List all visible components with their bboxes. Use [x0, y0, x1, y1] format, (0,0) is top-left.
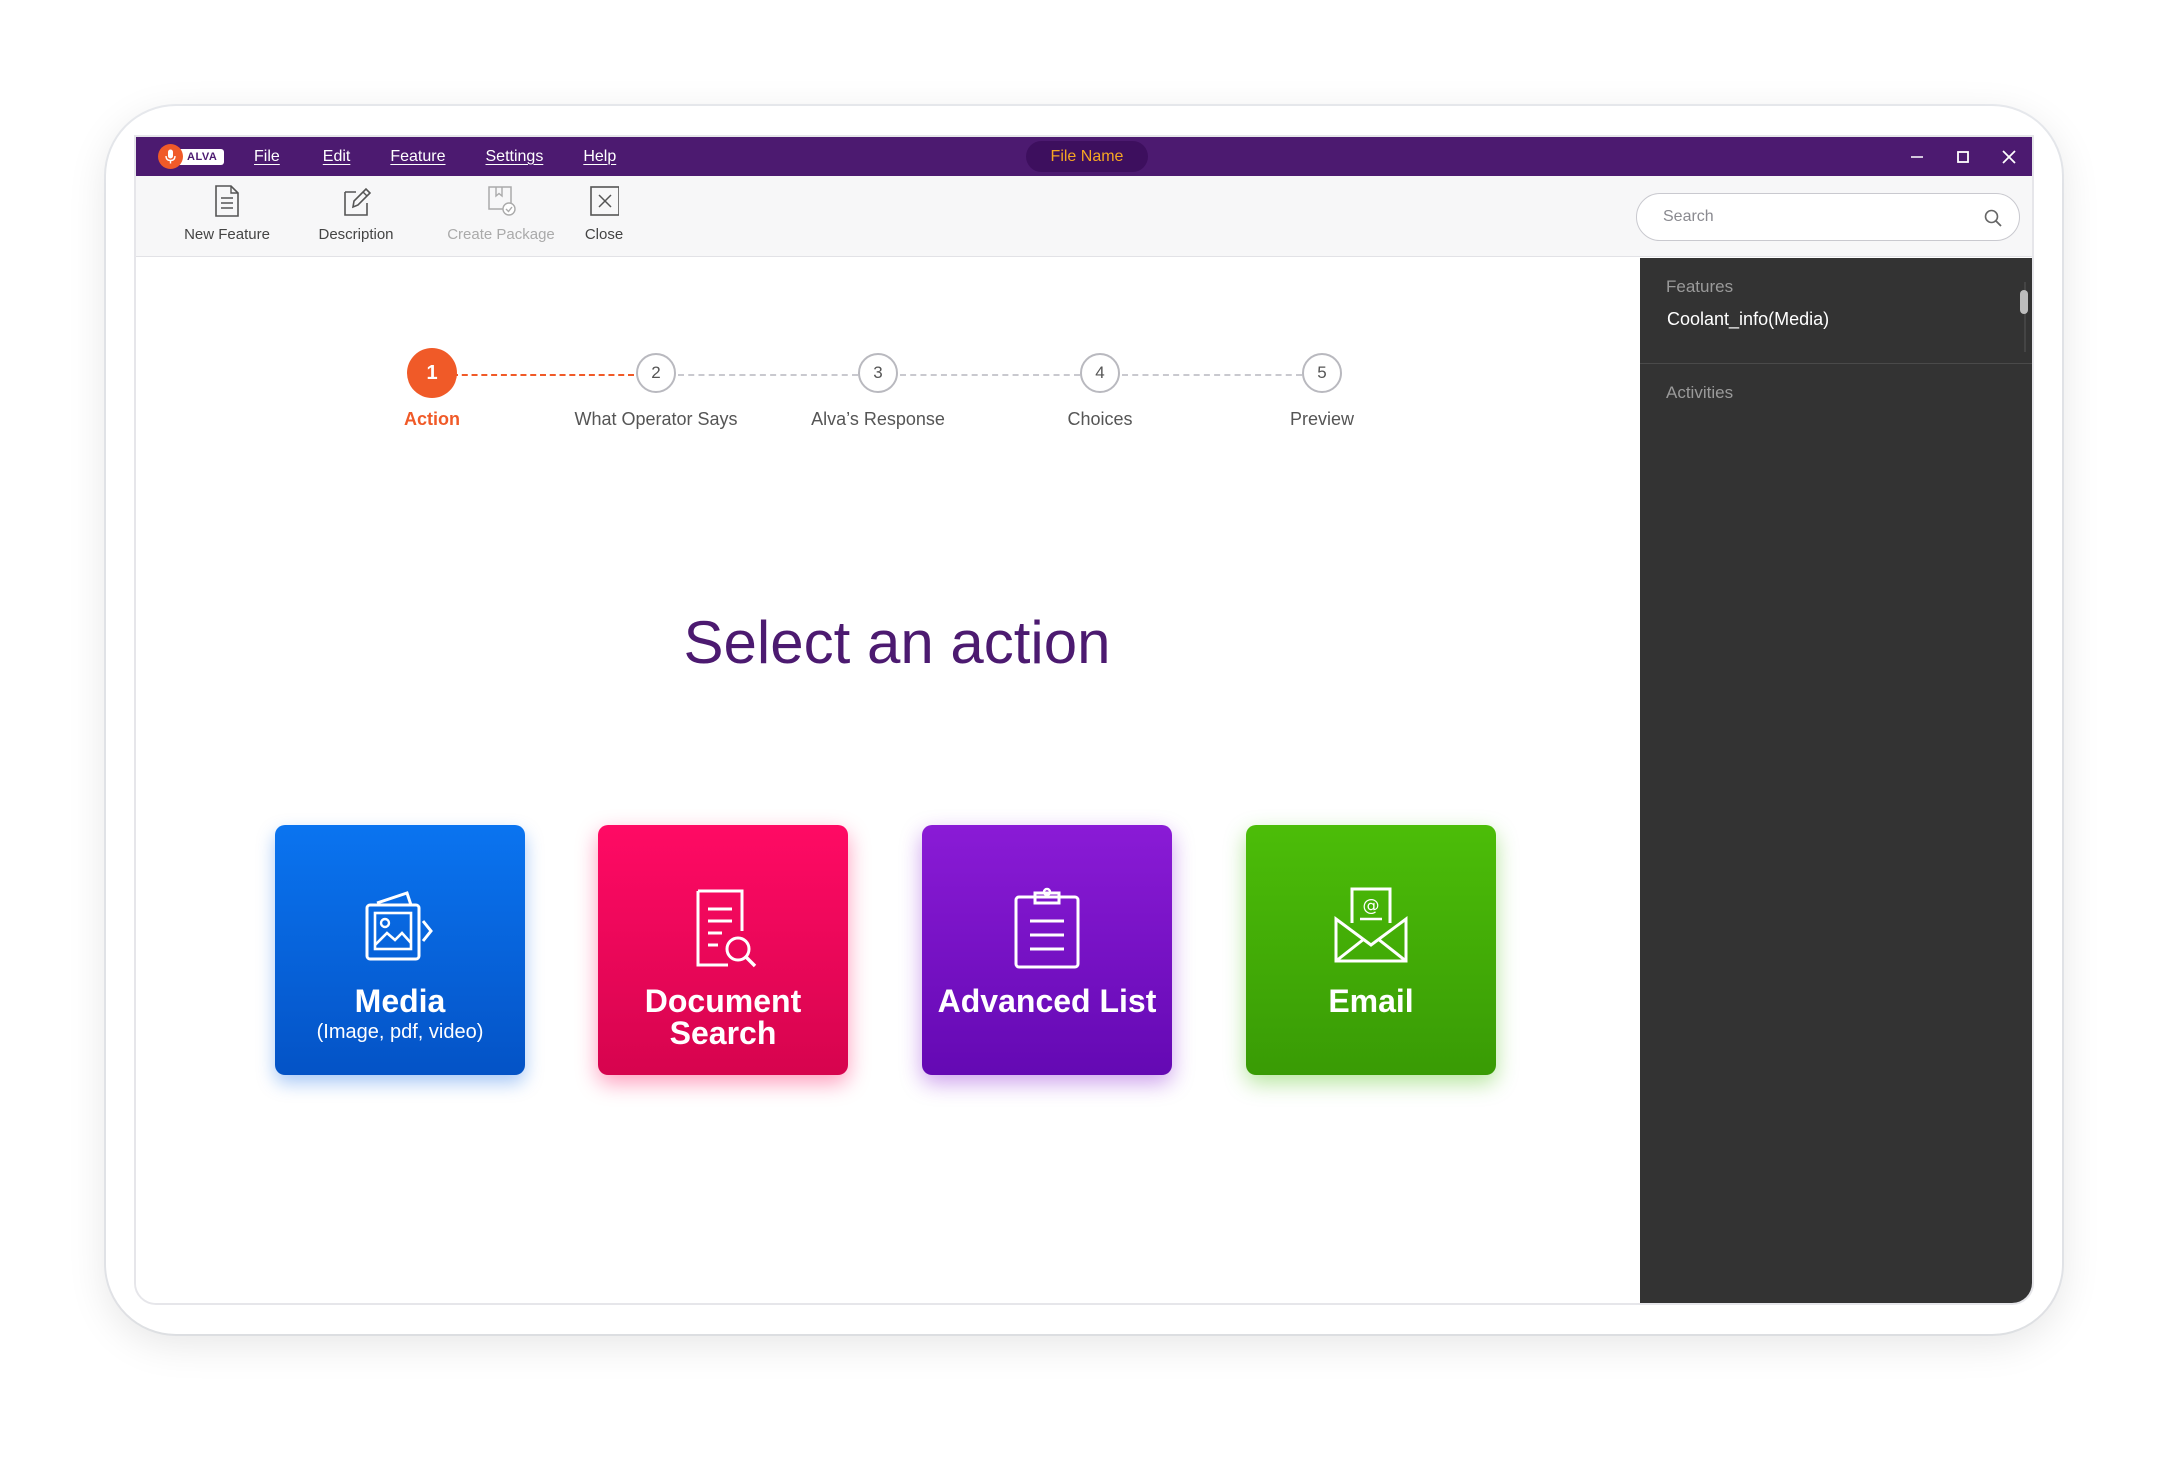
step-action[interactable]: 1 Action [332, 348, 532, 430]
menu-help[interactable]: Help [583, 148, 616, 166]
email-icon: @ [1334, 887, 1408, 963]
stepper: 1 Action 2 What Operator Says 3 Alva’s R… [136, 258, 1640, 458]
title-bar: ALVA File Edit Feature Settings Help Fil… [136, 137, 2032, 176]
search-box [1636, 193, 2020, 241]
toolbar: New Feature Description Create Package C… [136, 176, 2032, 257]
step-preview[interactable]: 5 Preview [1222, 353, 1422, 430]
page-title: Select an action [136, 608, 1640, 677]
media-icon [365, 891, 433, 961]
file-name-badge: File Name [1026, 141, 1148, 172]
window-controls [1894, 137, 2032, 176]
document-search-title-line2: Search [669, 1015, 777, 1051]
step-number: 4 [1080, 353, 1120, 393]
step-label: Alva’s Response [811, 409, 945, 429]
step-alvas-response[interactable]: 3 Alva’s Response [778, 353, 978, 430]
email-action-card[interactable]: @ Email [1246, 825, 1496, 1075]
document-search-card-title: Document Search [645, 985, 801, 1049]
brand-label: ALVA [177, 148, 225, 165]
scrollbar-thumb[interactable] [2020, 290, 2028, 314]
menu-edit[interactable]: Edit [323, 148, 351, 166]
document-search-title-line1: Document [644, 983, 802, 1019]
description-label: Description [318, 226, 394, 243]
media-card-title: Media [354, 983, 446, 1019]
new-document-icon [215, 185, 239, 217]
new-feature-label: New Feature [184, 226, 270, 243]
features-heading: Features [1666, 277, 1734, 296]
create-package-label: Create Package [447, 226, 555, 243]
step-what-operator-says[interactable]: 2 What Operator Says [556, 353, 756, 430]
window-close-button[interactable] [1986, 137, 2032, 176]
menu-feature[interactable]: Feature [390, 148, 445, 166]
svg-text:@: @ [1363, 896, 1380, 916]
microphone-icon [158, 144, 183, 169]
advanced-list-action-card[interactable]: Advanced List [922, 825, 1172, 1075]
description-button[interactable]: Description [301, 184, 411, 243]
app-window: ALVA File Edit Feature Settings Help Fil… [134, 135, 2034, 1305]
advanced-list-card-title: Advanced List [937, 983, 1157, 1019]
menu-settings[interactable]: Settings [486, 148, 544, 166]
step-label: Action [404, 409, 460, 429]
menu-file[interactable]: File [254, 148, 280, 166]
minimize-button[interactable] [1894, 137, 1940, 176]
media-card-subtitle: (Image, pdf, video) [316, 1021, 484, 1043]
main-content: 1 Action 2 What Operator Says 3 Alva’s R… [136, 258, 1640, 1303]
edit-icon [344, 187, 371, 216]
close-icon [2002, 149, 2016, 164]
step-label: Preview [1289, 409, 1355, 429]
close-box-icon [590, 186, 619, 216]
maximize-icon [1957, 150, 1969, 163]
step-choices[interactable]: 4 Choices [1000, 353, 1200, 430]
step-label: What Operator Says [574, 409, 738, 429]
new-feature-button[interactable]: New Feature [172, 184, 282, 243]
document-search-action-card[interactable]: Document Search [598, 825, 848, 1075]
sidebar: Features Coolant_info(Media) Activities [1640, 258, 2032, 1303]
document-search-icon [696, 889, 757, 968]
step-label: Choices [1067, 409, 1133, 429]
maximize-button[interactable] [1940, 137, 1986, 176]
create-package-button[interactable]: Create Package [431, 184, 571, 243]
close-label: Close [584, 226, 624, 243]
clipboard-list-icon [1014, 887, 1080, 969]
close-feature-button[interactable]: Close [569, 184, 639, 243]
search-icon[interactable] [1983, 208, 2003, 228]
minimize-icon [1911, 155, 1923, 158]
step-number: 1 [407, 348, 457, 398]
step-number: 5 [1302, 353, 1342, 393]
package-icon [488, 186, 516, 216]
step-number: 2 [636, 353, 676, 393]
step-number: 3 [858, 353, 898, 393]
menu-bar: File Edit Feature Settings Help [254, 137, 656, 176]
features-panel: Features Coolant_info(Media) [1640, 258, 2032, 364]
email-card-title: Email [1328, 983, 1414, 1019]
activities-heading: Activities [1666, 383, 1734, 402]
feature-item-coolant-info[interactable]: Coolant_info(Media) [1667, 309, 1829, 330]
app-logo: ALVA [158, 144, 225, 169]
media-action-card[interactable]: Media (Image, pdf, video) [275, 825, 525, 1075]
page-title-text: Select an action [683, 609, 1111, 676]
search-input[interactable] [1663, 206, 1963, 228]
